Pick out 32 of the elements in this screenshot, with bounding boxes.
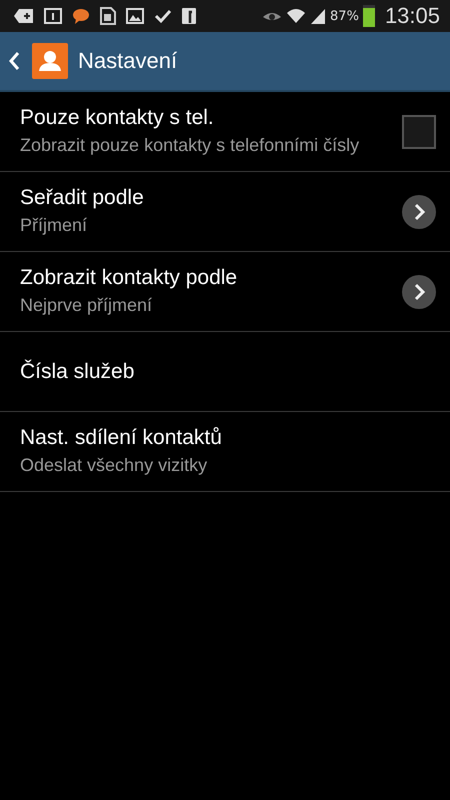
setting-title: Čísla služeb — [20, 360, 134, 384]
settings-item[interactable]: Čísla služeb — [0, 332, 450, 412]
contact-app-icon — [32, 43, 68, 79]
settings-item[interactable]: Nast. sdílení kontaktů Odeslat všechny vizitky — [0, 412, 450, 492]
setting-summary: Odeslat všechny vizitky — [20, 454, 208, 477]
signal-icon — [310, 8, 326, 24]
setting-summary: Příjmení — [20, 214, 88, 237]
check-icon — [154, 8, 172, 24]
clock: 13:05 — [384, 3, 440, 29]
chevron-right-icon — [402, 274, 436, 308]
setting-title: Zobrazit kontakty podle — [20, 266, 238, 290]
screen-title: Nastavení — [78, 48, 178, 74]
wifi-icon — [286, 7, 306, 25]
tag-plus-icon — [14, 8, 34, 24]
battery-percentage: 87% — [330, 8, 359, 24]
back-icon — [8, 51, 20, 71]
setting-summary: Nejprve příjmení — [20, 294, 154, 317]
setting-title: Seřadit podle — [20, 186, 144, 210]
checkbox[interactable] — [402, 114, 436, 148]
battery-icon — [362, 5, 375, 27]
settings-item[interactable]: Pouze kontakty s tel. Zobrazit pouze kontakty s telefonními čísly — [0, 92, 450, 172]
calendar-icon — [44, 8, 62, 24]
image-icon — [126, 8, 144, 24]
sim-card-icon — [100, 7, 116, 25]
setting-title: Nast. sdílení kontaktů — [20, 426, 222, 450]
settings-item[interactable]: Zobrazit kontakty podle Nejprve příjmení — [0, 252, 450, 332]
chat-bubble-icon — [72, 8, 90, 24]
app-icon — [182, 8, 196, 24]
chevron-right-icon — [402, 194, 436, 228]
setting-title: Pouze kontakty s tel. — [20, 106, 215, 130]
setting-summary: Zobrazit pouze kontakty s telefonními čísly — [20, 134, 360, 157]
settings-item[interactable]: Seřadit podle Příjmení — [0, 172, 450, 252]
